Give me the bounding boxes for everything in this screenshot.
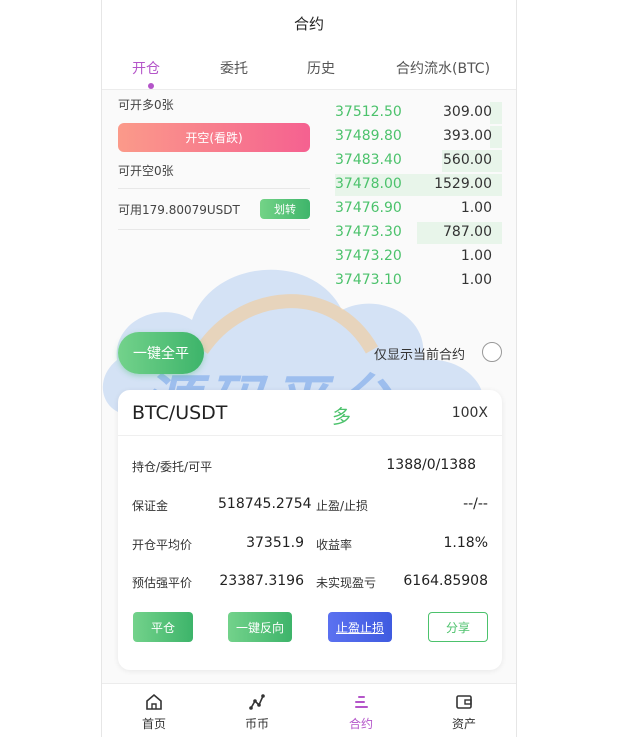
only-current-radio[interactable] — [482, 342, 502, 362]
orderbook-qty: 1.00 — [460, 248, 492, 264]
orderbook-row[interactable]: 37473.30 787.00 — [335, 221, 502, 245]
available-balance: 可用179.80079USDT — [118, 202, 240, 217]
nav-contract[interactable]: 合约 — [321, 684, 401, 737]
tab-contract-flow[interactable]: 合约流水(BTC) — [396, 58, 490, 78]
unrealized-pnl-label: 未实现盈亏 — [316, 576, 377, 590]
liq-price-value: 23387.3196 — [219, 573, 304, 589]
nav-home-label: 首页 — [141, 717, 166, 731]
orderbook-row[interactable]: 37476.90 1.00 — [335, 197, 502, 221]
orderbook-price: 37512.50 — [335, 104, 402, 120]
orderbook-row[interactable]: 37478.00 1529.00 — [335, 173, 502, 197]
position-side: 多 — [332, 406, 352, 428]
reverse-position-button[interactable]: 一键反向 — [228, 612, 292, 642]
only-current-label: 仅显示当前合约 — [374, 348, 466, 363]
tpsl-label: 止盈/止损 — [316, 499, 369, 513]
hold-value: 1388/0/1388 — [386, 457, 476, 473]
position-card: BTC/USDT 多 100X 持仓/委托/可平 1388/0/1388 保证金… — [118, 390, 502, 670]
bottom-nav: 首页 币币 合约 资产 — [102, 683, 516, 737]
can-open-short-text: 可开空0张 — [118, 164, 174, 178]
orderbook-price: 37473.10 — [335, 272, 402, 288]
contract-icon — [355, 696, 368, 708]
margin-label: 保证金 — [132, 499, 169, 513]
nav-coin-trade-label: 币币 — [244, 717, 269, 731]
tpsl-value: --/-- — [463, 496, 488, 512]
orderbook-qty: 1529.00 — [434, 176, 492, 192]
tab-bar: 开仓 委托 历史 合约流水(BTC) — [102, 46, 516, 90]
coin-trade-icon — [249, 694, 265, 710]
page-title: 合约 — [293, 14, 324, 33]
trading-pair: BTC/USDT — [132, 402, 228, 424]
orderbook-qty: 560.00 — [443, 152, 492, 168]
close-all-button[interactable]: 一键全平 — [118, 332, 204, 374]
orderbook-price: 37476.90 — [335, 200, 402, 216]
tab-orders[interactable]: 委托 — [220, 58, 248, 78]
orderbook-qty: 787.00 — [443, 224, 492, 240]
avg-price-label: 开仓平均价 — [132, 538, 193, 552]
leverage-value: 100X — [451, 405, 488, 421]
home-icon — [146, 693, 162, 710]
orderbook-row[interactable]: 37473.10 1.00 — [335, 269, 502, 293]
orderbook-row[interactable]: 37483.40 560.00 — [335, 149, 502, 173]
wallet-icon — [456, 695, 472, 709]
tpsl-button[interactable]: 止盈止损 — [328, 612, 392, 642]
orderbook-price: 37473.30 — [335, 224, 402, 240]
orderbook-row[interactable]: 37489.80 393.00 — [335, 125, 502, 149]
orderbook-price: 37489.80 — [335, 128, 402, 144]
unrealized-pnl-value: 6164.85908 — [403, 573, 488, 589]
tab-history[interactable]: 历史 — [307, 58, 335, 78]
orderbook-price: 37478.00 — [335, 176, 402, 192]
avg-price-value: 37351.9 — [246, 535, 304, 551]
nav-home[interactable]: 首页 — [114, 684, 194, 737]
nav-assets[interactable]: 资产 — [424, 684, 504, 737]
orderbook-price: 37483.40 — [335, 152, 402, 168]
open-short-button[interactable]: 开空(看跌) — [118, 123, 310, 152]
transfer-button[interactable]: 划转 — [260, 199, 310, 219]
orderbook-price: 37473.20 — [335, 248, 402, 264]
nav-contract-label: 合约 — [348, 717, 373, 731]
share-button[interactable]: 分享 — [428, 612, 488, 642]
orderbook-qty: 1.00 — [460, 272, 492, 288]
liq-price-label: 预估强平价 — [132, 576, 193, 590]
orderbook-qty: 393.00 — [443, 128, 492, 144]
margin-value: 518745.2754 — [218, 496, 312, 512]
orderbook-qty: 309.00 — [443, 104, 492, 120]
orderbook-row[interactable]: 37473.20 1.00 — [335, 245, 502, 269]
position-card-header: BTC/USDT 多 100X — [118, 390, 502, 436]
orderbook-qty: 1.00 — [460, 200, 492, 216]
orderbook-row[interactable]: 37512.50 309.00 — [335, 101, 502, 125]
yield-value: 1.18% — [443, 535, 488, 551]
tab-open-position[interactable]: 开仓 — [132, 58, 160, 78]
yield-label: 收益率 — [316, 538, 353, 552]
nav-coin-trade[interactable]: 币币 — [217, 684, 297, 737]
nav-assets-label: 资产 — [451, 717, 476, 731]
hold-label: 持仓/委托/可平 — [132, 460, 213, 474]
close-position-button[interactable]: 平仓 — [133, 612, 193, 642]
can-open-long-text: 可开多0张 — [118, 98, 174, 112]
top-bar: 合约 — [102, 0, 516, 46]
app-frame: 合约 开仓 委托 历史 合约流水(BTC) 可开多0张 开空(看跌) 可开空0张… — [101, 0, 517, 737]
active-tab-indicator — [148, 83, 154, 89]
order-book: 37512.50 309.00 37489.80 393.00 37483.40 560.… — [335, 101, 502, 293]
available-balance-row: 可用179.80079USDT 划转 — [118, 188, 310, 230]
